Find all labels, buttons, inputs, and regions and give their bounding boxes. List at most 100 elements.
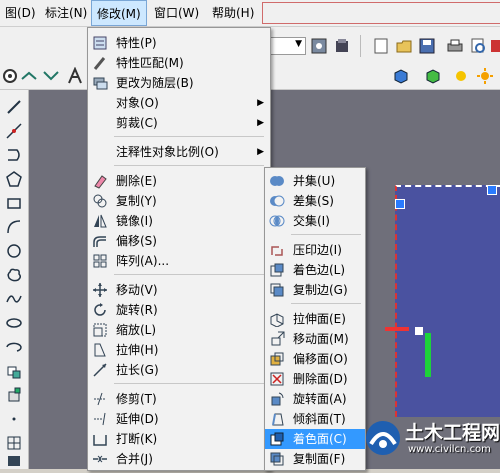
print-icon[interactable] xyxy=(446,37,464,55)
menu-item-extrude-faces[interactable]: 拉伸面(E) xyxy=(265,309,365,329)
menu-item-imprint-edges[interactable]: 压印边(I) xyxy=(265,240,365,260)
menu-item-properties[interactable]: 特性(P) xyxy=(88,33,270,53)
point-icon[interactable] xyxy=(5,410,23,428)
union-icon xyxy=(269,173,285,189)
menu-item-set-bylayer[interactable]: 更改为随层(B) xyxy=(88,73,270,93)
menu-item-move-faces[interactable]: 移动面(M) xyxy=(265,329,365,349)
layer-settings-icon[interactable] xyxy=(310,37,328,55)
menu-modify[interactable]: 修改(M) xyxy=(91,0,147,26)
move-tool-icon[interactable] xyxy=(20,67,38,85)
ucs-y-axis xyxy=(425,333,431,377)
menu-item-erase[interactable]: 删除(E) xyxy=(88,171,270,191)
make-block-icon[interactable] xyxy=(5,386,23,404)
radio-icon[interactable] xyxy=(1,67,19,85)
align-tool-icon[interactable] xyxy=(42,67,60,85)
intersect-icon xyxy=(269,213,285,229)
menu-separator xyxy=(114,165,264,166)
preview-icon[interactable] xyxy=(469,37,487,55)
insert-block-icon[interactable] xyxy=(5,362,23,380)
menu-dimension[interactable]: 标注(N) xyxy=(40,0,92,26)
watermark-url: www.civilcn.com xyxy=(408,444,491,455)
delete-faces-icon xyxy=(269,371,285,387)
menu-item-scale[interactable]: 缩放(L) xyxy=(88,320,270,340)
polygon-icon[interactable] xyxy=(5,170,23,188)
trim-icon xyxy=(92,391,108,407)
layer-dropdown[interactable]: ▼ xyxy=(270,37,306,55)
save-icon[interactable] xyxy=(418,37,436,55)
construction-line-icon[interactable] xyxy=(5,122,23,140)
menu-item-annotative-scale[interactable]: 注释性对象比例(O) ▶ xyxy=(88,142,270,162)
taper-faces-icon xyxy=(269,411,285,427)
rectangle-icon[interactable] xyxy=(5,194,23,212)
menu-draw[interactable]: 图(D) xyxy=(0,0,41,26)
line-icon[interactable] xyxy=(5,98,23,116)
ucs-origin xyxy=(415,327,423,335)
spline-icon[interactable] xyxy=(5,290,23,308)
circle-icon[interactable] xyxy=(5,242,23,260)
scale-icon xyxy=(92,322,108,338)
render-icon[interactable] xyxy=(424,67,442,85)
layer-state-icon[interactable] xyxy=(333,37,351,55)
menu-item-offset[interactable]: 偏移(S) xyxy=(88,231,270,251)
hatch-icon[interactable] xyxy=(5,434,23,452)
menu-help[interactable]: 帮助(H) xyxy=(207,0,259,26)
menu-item-taper-faces[interactable]: 倾斜面(T) xyxy=(265,409,365,429)
menu-item-intersect[interactable]: 交集(I) xyxy=(265,211,365,231)
mirror-icon xyxy=(92,213,108,229)
ellipse-icon[interactable] xyxy=(5,314,23,332)
text-style-icon[interactable] xyxy=(66,66,84,85)
menu-item-copy-edges[interactable]: 复制边(G) xyxy=(265,280,365,300)
3d-box-icon[interactable] xyxy=(392,67,410,85)
menu-item-copy[interactable]: 复制(Y) xyxy=(88,191,270,211)
menu-item-rotate[interactable]: 旋转(R) xyxy=(88,300,270,320)
site-watermark: 土木工程网 www.civilcn.com xyxy=(363,410,500,469)
menu-item-copy-faces[interactable]: 复制面(F) xyxy=(265,449,365,469)
new-file-icon[interactable] xyxy=(372,37,390,55)
toolbar-divider xyxy=(360,35,361,57)
menu-item-object[interactable]: 对象(O) ▶ xyxy=(88,93,270,113)
revision-cloud-icon[interactable] xyxy=(5,266,23,284)
menu-item-stretch[interactable]: 拉伸(H) xyxy=(88,340,270,360)
menu-item-move[interactable]: 移动(V) xyxy=(88,280,270,300)
menu-item-color-edges[interactable]: 着色边(L) xyxy=(265,260,365,280)
arc-icon[interactable] xyxy=(5,218,23,236)
copy-edges-icon xyxy=(269,282,285,298)
menu-item-break[interactable]: 打断(K) xyxy=(88,429,270,449)
gradient-icon[interactable] xyxy=(5,454,23,472)
open-folder-icon[interactable] xyxy=(395,37,413,55)
menu-item-match-properties[interactable]: 特性匹配(M) xyxy=(88,53,270,73)
menu-item-array[interactable]: 阵列(A)... xyxy=(88,251,270,271)
watermark-title: 土木工程网 xyxy=(405,422,500,444)
menu-item-delete-faces[interactable]: 删除面(D) xyxy=(265,369,365,389)
menu-window[interactable]: 窗口(W) xyxy=(149,0,204,26)
eraser-icon xyxy=(92,173,108,189)
menu-item-color-faces[interactable]: 着色面(C) xyxy=(265,429,365,449)
ucs-x-axis xyxy=(385,327,409,331)
3d-solid-model[interactable] xyxy=(385,185,500,417)
grip-point[interactable] xyxy=(487,185,497,195)
ellipse-arc-icon[interactable] xyxy=(5,338,23,356)
site-logo-icon xyxy=(366,421,400,455)
polyline-icon[interactable] xyxy=(5,146,23,164)
menu-item-mirror[interactable]: 镜像(I) xyxy=(88,211,270,231)
subtract-icon xyxy=(269,193,285,209)
menu-item-extend[interactable]: 延伸(D) xyxy=(88,409,270,429)
menu-item-clip[interactable]: 剪裁(C) ▶ xyxy=(88,113,270,133)
menu-separator xyxy=(114,383,264,384)
move-faces-icon xyxy=(269,331,285,347)
menu-item-trim[interactable]: 修剪(T) xyxy=(88,389,270,409)
menu-item-offset-faces[interactable]: 偏移面(O) xyxy=(265,349,365,369)
publish-icon[interactable] xyxy=(490,37,500,55)
copy-icon xyxy=(92,193,108,209)
light-icon[interactable] xyxy=(452,67,470,85)
menu-item-rotate-faces[interactable]: 旋转面(A) xyxy=(265,389,365,409)
menu-item-join[interactable]: 合并(J) xyxy=(88,449,270,469)
grip-point[interactable] xyxy=(395,199,405,209)
array-grid-icon xyxy=(92,253,108,269)
sun-icon[interactable] xyxy=(476,67,494,85)
menu-item-union[interactable]: 并集(U) xyxy=(265,171,365,191)
menu-item-subtract[interactable]: 差集(S) xyxy=(265,191,365,211)
menu-item-lengthen[interactable]: 拉长(G) xyxy=(88,360,270,380)
imprint-icon xyxy=(269,242,285,258)
menu-bar: 图(D) 标注(N) 修改(M) 窗口(W) 帮助(H) xyxy=(0,0,500,27)
